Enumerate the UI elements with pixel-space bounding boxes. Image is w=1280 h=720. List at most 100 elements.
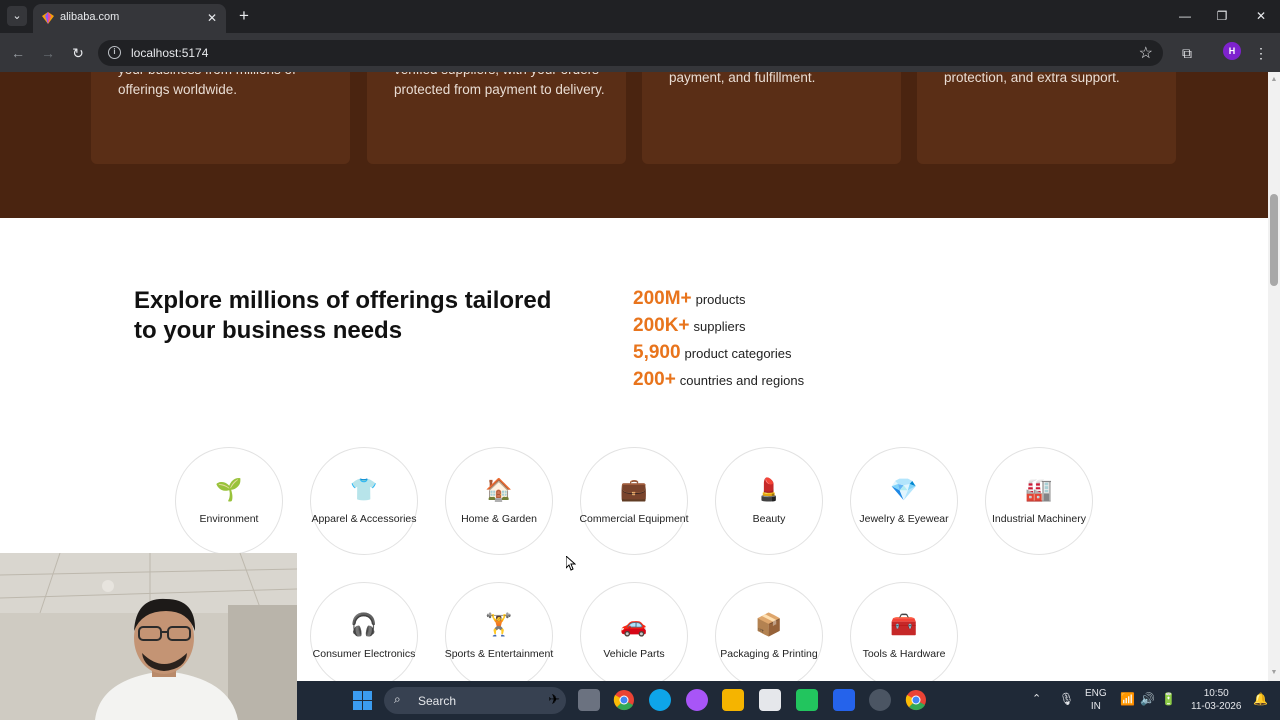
stat-label: product categories bbox=[684, 346, 792, 361]
stat-value: 200+ bbox=[633, 369, 676, 390]
category-tools-hardware[interactable]: 🧰 Tools & Hardware bbox=[850, 582, 958, 681]
window-close-icon[interactable]: ✕ bbox=[1249, 7, 1273, 25]
toolbox-icon: 🧰 bbox=[890, 612, 918, 637]
category-jewelry-eyewear[interactable]: 💎 Jewelry & Eyewear bbox=[850, 447, 958, 555]
new-tab-icon[interactable]: + bbox=[236, 7, 252, 25]
category-beauty[interactable]: 💄 Beauty bbox=[715, 447, 823, 555]
stat-products: 200M+ products bbox=[633, 288, 746, 310]
clock[interactable]: 10:50 11-03-2026 bbox=[1191, 687, 1241, 713]
microsoft-store-icon[interactable] bbox=[759, 689, 781, 711]
category-consumer-electronics[interactable]: 🎧 Consumer Electronics bbox=[310, 582, 418, 681]
taskbar-search[interactable]: ⌕ Search ✈ bbox=[384, 687, 566, 714]
briefcase-icon: 💼 bbox=[620, 477, 648, 502]
volume-icon[interactable]: 🔊 bbox=[1140, 692, 1155, 706]
tray-chevron-up-icon[interactable]: ⌃ bbox=[1032, 692, 1041, 705]
tab-close-icon[interactable]: ✕ bbox=[204, 10, 220, 26]
category-label: Beauty bbox=[752, 513, 786, 525]
tab-title: alibaba.com bbox=[60, 11, 120, 23]
region-code: IN bbox=[1090, 701, 1101, 712]
feature-card-text: Ensure production quality from verified … bbox=[394, 72, 605, 97]
mouse-cursor-icon bbox=[566, 556, 576, 571]
reload-icon[interactable]: ↻ bbox=[68, 43, 88, 63]
hero-section: Explore products and suppliers for your … bbox=[0, 72, 1268, 218]
notifications-icon[interactable]: 🔔 bbox=[1253, 692, 1268, 706]
category-home-garden[interactable]: 🏠 Home & Garden bbox=[445, 447, 553, 555]
scroll-up-icon[interactable]: ▲ bbox=[1268, 74, 1280, 86]
extensions-puzzle-icon[interactable]: ⧉ bbox=[1177, 43, 1197, 63]
category-label: Packaging & Printing bbox=[720, 648, 818, 660]
wifi-icon[interactable]: 📶 bbox=[1120, 692, 1135, 706]
category-packaging-printing[interactable]: 📦 Packaging & Printing bbox=[715, 582, 823, 681]
scrollbar-thumb[interactable] bbox=[1270, 194, 1278, 286]
seedling-icon: 🌱 bbox=[215, 477, 243, 502]
copilot-taskbar-icon[interactable] bbox=[686, 689, 708, 711]
file-explorer-icon[interactable] bbox=[722, 689, 744, 711]
language-code: ENG bbox=[1085, 688, 1107, 699]
back-arrow-icon[interactable]: ← bbox=[8, 43, 28, 63]
address-bar[interactable]: i localhost:5174 ☆ bbox=[98, 40, 1163, 66]
feature-card-text: protection, and extra support. bbox=[944, 72, 1120, 85]
search-icon: ⌕ bbox=[394, 692, 401, 706]
category-label: Apparel & Accessories bbox=[311, 513, 417, 525]
gem-icon: 💎 bbox=[890, 477, 918, 502]
stat-categories: 5,900 product categories bbox=[633, 342, 792, 364]
recorder-taskbar-icon[interactable] bbox=[869, 689, 891, 711]
category-label: Sports & Entertainment bbox=[444, 648, 554, 660]
address-url[interactable]: localhost:5174 bbox=[131, 46, 208, 60]
feature-card-text: procurement support, management, payment… bbox=[669, 72, 816, 85]
feature-card-4: protection, and extra support. bbox=[917, 72, 1176, 164]
language-indicator[interactable]: ENG IN bbox=[1085, 687, 1107, 713]
alibaba-favicon-icon bbox=[42, 12, 54, 24]
weightlifter-icon: 🏋 bbox=[485, 612, 513, 637]
category-environment[interactable]: 🌱 Environment bbox=[175, 447, 283, 555]
feature-card-text: Explore products and suppliers for your … bbox=[118, 72, 296, 97]
more-menu-icon[interactable]: ⋮ bbox=[1251, 43, 1271, 63]
minimize-icon[interactable]: — bbox=[1173, 7, 1197, 25]
category-label: Consumer Electronics bbox=[312, 648, 416, 660]
category-vehicle-parts[interactable]: 🚗 Vehicle Parts bbox=[580, 582, 688, 681]
forward-arrow-icon[interactable]: → bbox=[38, 43, 58, 63]
package-icon: 📦 bbox=[755, 612, 783, 637]
category-label: Home & Garden bbox=[461, 513, 537, 525]
category-label: Jewelry & Eyewear bbox=[859, 513, 949, 525]
scroll-down-icon[interactable]: ▼ bbox=[1268, 667, 1280, 679]
category-apparel[interactable]: 👕 Apparel & Accessories bbox=[310, 447, 418, 555]
chrome-taskbar-icon[interactable] bbox=[613, 689, 635, 711]
search-highlight-icon: ✈ bbox=[548, 691, 560, 707]
category-label: Environment bbox=[199, 513, 259, 525]
car-icon: 🚗 bbox=[620, 612, 648, 637]
stat-value: 200M+ bbox=[633, 288, 692, 309]
profile-avatar[interactable]: H bbox=[1223, 42, 1241, 60]
site-info-icon[interactable]: i bbox=[108, 46, 121, 59]
bookmark-star-icon[interactable]: ☆ bbox=[1139, 43, 1153, 63]
feature-card-1: Explore products and suppliers for your … bbox=[91, 72, 350, 164]
browser-toolbar: ← → ↻ i localhost:5174 ☆ ⧉ H ⋮ bbox=[0, 33, 1280, 72]
feature-card-2: Ensure production quality from verified … bbox=[367, 72, 626, 164]
tab-list-chevron-icon[interactable]: ⌄ bbox=[7, 6, 27, 26]
category-industrial-machinery[interactable]: 🏭 Industrial Machinery bbox=[985, 447, 1093, 555]
clion-taskbar-icon[interactable] bbox=[796, 689, 818, 711]
task-view-icon[interactable] bbox=[578, 689, 600, 711]
stat-suppliers: 200K+ suppliers bbox=[633, 315, 746, 337]
microphone-icon[interactable]: 🎙 bbox=[1059, 692, 1074, 706]
lipstick-icon: 💄 bbox=[755, 477, 783, 502]
feature-card-3: procurement support, management, payment… bbox=[642, 72, 901, 164]
factory-icon: 🏭 bbox=[1025, 477, 1053, 502]
category-label: Industrial Machinery bbox=[992, 513, 1086, 525]
category-commercial-equipment[interactable]: 💼 Commercial Equipment bbox=[579, 447, 689, 555]
edge-taskbar-icon[interactable] bbox=[649, 689, 671, 711]
stat-countries: 200+ countries and regions bbox=[633, 369, 804, 391]
vscode-taskbar-icon[interactable] bbox=[833, 689, 855, 711]
page-scrollbar[interactable]: ▲ ▼ bbox=[1268, 72, 1280, 681]
restore-icon[interactable]: ❐ bbox=[1210, 7, 1234, 25]
battery-icon[interactable]: 🔋 bbox=[1161, 692, 1176, 706]
category-label: Vehicle Parts bbox=[603, 648, 665, 660]
search-label: Search bbox=[418, 694, 457, 708]
browser-tab[interactable]: alibaba.com ✕ bbox=[33, 4, 226, 33]
clock-date: 11-03-2026 bbox=[1191, 701, 1242, 712]
category-label: Commercial Equipment bbox=[579, 513, 689, 525]
stat-value: 200K+ bbox=[633, 315, 690, 336]
windows-start-icon[interactable] bbox=[353, 691, 372, 710]
chrome-active-taskbar-icon[interactable] bbox=[905, 689, 927, 711]
category-sports-entertainment[interactable]: 🏋 Sports & Entertainment bbox=[445, 582, 553, 681]
